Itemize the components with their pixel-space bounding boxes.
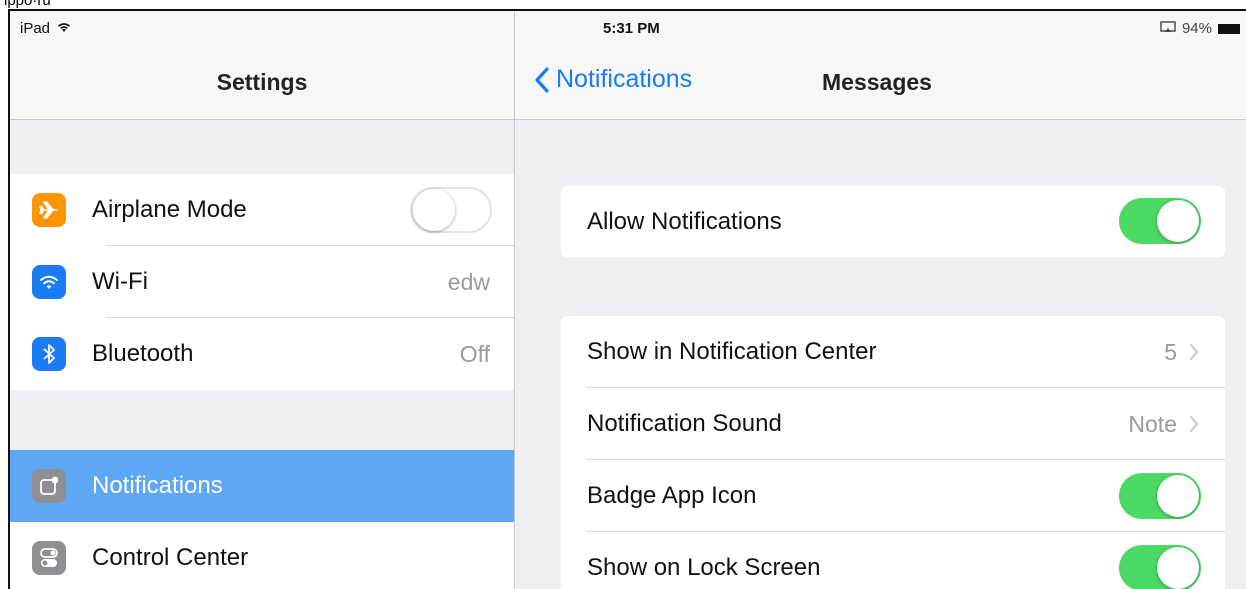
back-button-label: Notifications bbox=[556, 65, 693, 93]
bluetooth-status-value: Off bbox=[459, 340, 490, 367]
battery-percent: 94% bbox=[1181, 20, 1212, 37]
allow-notifications-label: Allow Notifications bbox=[587, 207, 782, 235]
control-center-icon bbox=[32, 541, 66, 575]
bluetooth-icon bbox=[32, 337, 66, 371]
status-bar: iPad 5:31 PM 94% bbox=[10, 11, 1246, 47]
settings-title: Settings bbox=[216, 69, 308, 95]
row-label: Badge App Icon bbox=[587, 482, 757, 509]
settings-sidebar: Airplane Mode Wi-Fi edw Bluetooth Off No… bbox=[10, 120, 514, 589]
sidebar-item-bluetooth[interactable]: Bluetooth Off bbox=[10, 318, 514, 390]
sidebar-item-label: Bluetooth bbox=[92, 340, 194, 367]
toggle-knob bbox=[1157, 547, 1199, 589]
settings-group-connectivity: Airplane Mode Wi-Fi edw Bluetooth Off bbox=[10, 174, 514, 390]
wifi-icon bbox=[32, 265, 66, 299]
screen-mirror-icon bbox=[1160, 20, 1176, 37]
toggle-knob bbox=[1157, 475, 1199, 517]
messages-title: Messages bbox=[822, 69, 932, 95]
row-label: Show in Notification Center bbox=[587, 338, 877, 365]
sidebar-item-label: Airplane Mode bbox=[92, 196, 247, 223]
row-label: Notification Sound bbox=[587, 410, 782, 437]
airplane-mode-toggle[interactable] bbox=[410, 187, 492, 233]
battery-icon bbox=[1218, 23, 1240, 34]
sidebar-item-label: Notifications bbox=[92, 472, 223, 499]
status-time: 5:31 PM bbox=[603, 20, 660, 37]
badge-app-icon-toggle[interactable] bbox=[1119, 473, 1201, 519]
status-left: iPad bbox=[20, 20, 72, 37]
wifi-network-value: edw bbox=[447, 268, 490, 295]
notification-options-card: Show in Notification Center 5 Notificati… bbox=[561, 316, 1225, 589]
chevron-right-icon bbox=[1190, 416, 1199, 432]
ipad-screen: iPad 5:31 PM 94% Settings Notifications … bbox=[8, 9, 1246, 589]
airplane-icon bbox=[32, 193, 66, 227]
show-in-notification-center-row[interactable]: Show in Notification Center 5 bbox=[561, 316, 1225, 388]
status-right: 94% bbox=[1160, 20, 1240, 37]
row-detail: 5 bbox=[1164, 339, 1199, 366]
allow-notifications-card: Allow Notifications bbox=[561, 186, 1225, 257]
row-detail: Note bbox=[1128, 411, 1199, 438]
navigation-bar: Settings Notifications Messages bbox=[10, 47, 1246, 120]
sidebar-item-label: Control Center bbox=[92, 544, 249, 571]
notifications-icon bbox=[32, 469, 66, 503]
sidebar-item-notifications[interactable]: Notifications bbox=[10, 450, 514, 522]
sidebar-item-control-center[interactable]: Control Center bbox=[10, 522, 514, 589]
badge-app-icon-row: Badge App Icon bbox=[561, 460, 1225, 532]
allow-notifications-toggle[interactable] bbox=[1119, 198, 1201, 244]
back-button[interactable]: Notifications bbox=[534, 65, 692, 94]
sidebar-item-airplane-mode[interactable]: Airplane Mode bbox=[10, 174, 514, 246]
notification-center-count: 5 bbox=[1164, 338, 1177, 365]
toggle-knob bbox=[1157, 200, 1199, 242]
show-on-lock-screen-row: Show on Lock Screen bbox=[561, 532, 1225, 589]
show-on-lock-screen-toggle[interactable] bbox=[1119, 545, 1201, 589]
settings-group-system: Notifications Control Center bbox=[10, 450, 514, 589]
chevron-right-icon bbox=[1190, 344, 1199, 360]
messages-detail-pane: Allow Notifications Show in Notification… bbox=[515, 120, 1246, 589]
sidebar-item-label: Wi-Fi bbox=[92, 268, 148, 295]
allow-notifications-row: Allow Notifications bbox=[561, 186, 1225, 257]
device-label: iPad bbox=[20, 20, 51, 37]
toggle-knob bbox=[413, 189, 455, 231]
row-label: Show on Lock Screen bbox=[587, 554, 821, 581]
wifi-status-icon bbox=[56, 20, 72, 37]
sidebar-item-wifi[interactable]: Wi-Fi edw bbox=[10, 246, 514, 318]
notification-sound-value: Note bbox=[1128, 410, 1177, 437]
chevron-left-icon bbox=[535, 66, 549, 93]
notification-sound-row[interactable]: Notification Sound Note bbox=[561, 388, 1225, 460]
cropped-caption: lppo·ru bbox=[0, 0, 1246, 9]
